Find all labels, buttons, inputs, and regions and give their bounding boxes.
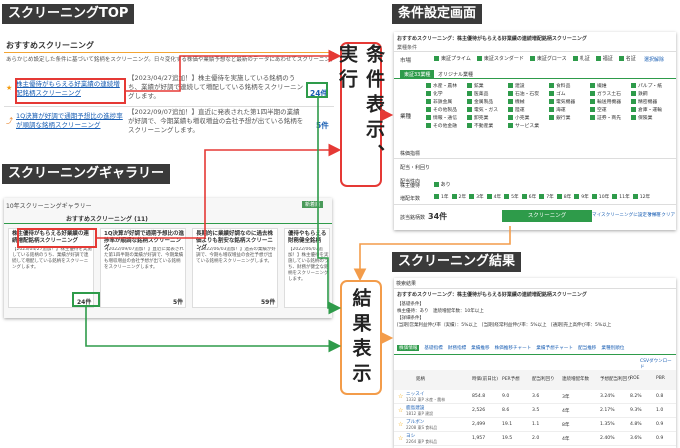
arrow-top-count-to-result — [317, 98, 342, 315]
flow-arrows — [85, 49, 511, 353]
arrow-conditions-to-result — [353, 226, 511, 282]
arrow-gallery-to-execute — [97, 143, 342, 239]
arrow-top-to-execute — [126, 49, 342, 92]
arrow-gallery-count-to-result — [85, 307, 342, 353]
